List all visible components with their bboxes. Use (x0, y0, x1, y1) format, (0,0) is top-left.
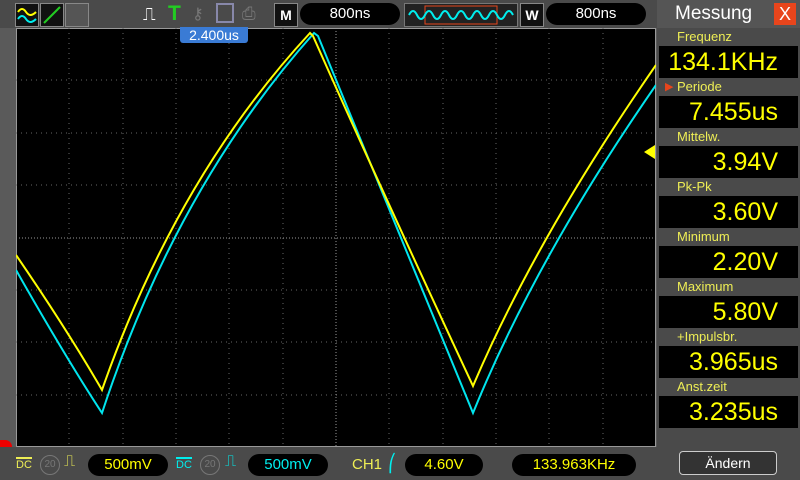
measurement-value: 3.965us (659, 346, 798, 378)
pulse-icon[interactable]: ⎍ (143, 4, 156, 25)
measurement-label: +Impulsbr. (677, 329, 738, 344)
measurement-label: Periode (677, 79, 722, 94)
measurement-minimum[interactable]: Minimum 2.20V (657, 228, 800, 278)
measurement-label: Maximum (677, 279, 734, 294)
rising-edge-icon: ⎛ (388, 454, 397, 473)
frequency-counter: 133.963KHz (512, 454, 636, 476)
trigger-level-marker[interactable] (644, 145, 655, 159)
measurement-label: Minimum (677, 229, 730, 244)
status-bar: DC 20 ⎍ 500mV DC 20 ⎍ 500mV CH1 ⎛ 4.60V … (0, 447, 657, 480)
measurement-value: 3.94V (659, 146, 798, 178)
measurement-value: 3.60V (659, 196, 798, 228)
measurement-pulse-width[interactable]: +Impulsbr. 3.965us (657, 328, 800, 378)
measurement-value: 2.20V (659, 246, 798, 278)
measurement-label: Anst.zeit (677, 379, 727, 394)
measurement-value: 5.80V (659, 296, 798, 328)
measurement-value: 7.455us (659, 96, 798, 128)
ch1-bw-limit[interactable]: 20 (40, 455, 60, 475)
trigger-source[interactable]: CH1 (352, 456, 382, 473)
print-icon: ⎙ (242, 4, 256, 23)
ch1-probe-icon: ⎍ (64, 453, 76, 470)
window-timebase-value[interactable]: 800ns (546, 3, 646, 25)
ch2-coupling[interactable]: DC (176, 457, 192, 471)
timebase-value[interactable]: 800ns (300, 3, 400, 25)
panel-title: Messung (675, 3, 753, 24)
measurement-value: 3.235us (659, 396, 798, 428)
measurement-period[interactable]: ▶ Periode 7.455us (657, 78, 800, 128)
measurement-maximum[interactable]: Maximum 5.80V (657, 278, 800, 328)
key-icon: ⚷ (192, 6, 204, 23)
change-button[interactable]: Ändern (679, 451, 777, 475)
window-label: W (520, 3, 544, 27)
ch2-probe-icon: ⎍ (225, 453, 237, 470)
waveform-display[interactable]: 2.400us (16, 27, 656, 447)
measurement-pk-pk[interactable]: Pk-Pk 3.60V (657, 178, 800, 228)
measurement-label: Pk-Pk (677, 179, 712, 194)
ch1-coupling[interactable]: DC (16, 457, 32, 471)
trigger-level[interactable]: 4.60V (405, 454, 483, 476)
measurement-frequency[interactable]: Frequenz 134.1KHz (657, 28, 800, 78)
ch1-scale[interactable]: 500mV (88, 454, 168, 476)
measurement-value: 134.1KHz (659, 46, 798, 78)
window-overview[interactable] (404, 3, 518, 27)
selected-arrow-icon: ▶ (665, 81, 674, 93)
panel-header: Messung X (657, 0, 800, 28)
measurement-label: Mittelw. (677, 129, 721, 144)
trigger-icon[interactable]: T (168, 2, 181, 26)
close-button[interactable]: X (774, 3, 796, 25)
trigger-position-marker[interactable]: 2.400us (180, 27, 248, 43)
measurement-label: Frequenz (677, 29, 732, 44)
ch2-scale[interactable]: 500mV (248, 454, 328, 476)
display-icon[interactable] (65, 3, 89, 27)
ch2-bw-limit[interactable]: 20 (200, 455, 220, 475)
measurement-panel: Messung X Frequenz 134.1KHz ▶ Periode 7.455u… (657, 0, 800, 480)
channels-icon[interactable] (15, 3, 39, 27)
measurement-rise-time[interactable]: Anst.zeit 3.235us (657, 378, 800, 428)
main-timebase-label: M (274, 3, 298, 27)
cursor-icon[interactable] (40, 3, 64, 27)
top-toolbar: ⎍ T ⚷ ⎙ M 800ns W 800ns (0, 0, 657, 28)
save-icon[interactable] (216, 3, 234, 23)
measurement-mean[interactable]: Mittelw. 3.94V (657, 128, 800, 178)
